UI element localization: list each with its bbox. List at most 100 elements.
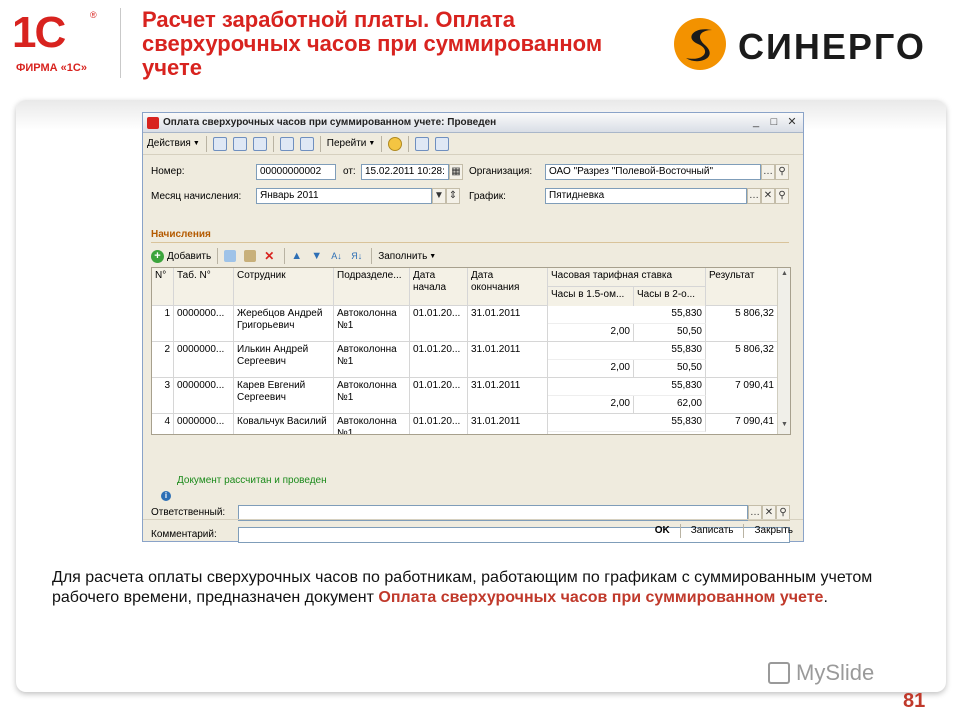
cell-hours2: 50,50 — [634, 324, 706, 342]
description-highlight: Оплата сверхурочных часов при суммирован… — [378, 589, 824, 606]
section-underline — [151, 242, 789, 243]
dropdown-icon[interactable]: ▼ — [432, 188, 446, 204]
date-label: от: — [343, 166, 356, 177]
calendar-icon[interactable]: ▦ — [449, 164, 463, 180]
minimize-icon[interactable]: _ — [749, 116, 763, 130]
col-result[interactable]: Результат — [706, 268, 778, 305]
number-field[interactable]: 00000000002 — [256, 164, 336, 180]
chevron-down-icon: ▼ — [192, 140, 200, 147]
window-titlebar: Оплата сверхурочных часов при суммирован… — [143, 113, 803, 133]
logo-1c-caption: ФИРМА «1С» — [16, 62, 87, 74]
toolbar-separator — [408, 135, 410, 152]
document-form: Номер: 00000000002 от: 15.02.2011 10:28:… — [143, 155, 803, 543]
cell-employee: Илькин Андрей Сергеевич — [234, 342, 334, 377]
table-row[interactable]: 3 0000000... Карев Евгений Сергеевич Авт… — [152, 378, 778, 414]
sort-asc-icon[interactable]: A↓ — [331, 250, 343, 262]
date-field[interactable]: 15.02.2011 10:28: — [361, 164, 449, 180]
footer-separator — [743, 523, 745, 538]
help-icon[interactable] — [388, 136, 403, 151]
post-icon[interactable] — [212, 136, 227, 151]
logo-1c-mark: 1С — [12, 8, 66, 57]
select-ellipsis-icon[interactable]: … — [747, 188, 761, 204]
col-employee[interactable]: Сотрудник — [234, 268, 334, 305]
col-start[interactable]: Дата начала — [410, 268, 468, 305]
close-button[interactable]: Закрыть — [754, 525, 793, 536]
search-icon[interactable]: ⚲ — [775, 188, 789, 204]
logo-sinergo: СИНЕРГО — [672, 16, 952, 72]
sinergo-swirl-icon — [674, 18, 726, 70]
close-icon[interactable]: ✕ — [785, 116, 799, 130]
cell-tab: 0000000... — [174, 342, 234, 377]
col-tab[interactable]: Таб. N° — [174, 268, 234, 305]
edit-row-icon[interactable] — [244, 250, 257, 262]
cell-dept: Автоколонна №1 — [334, 378, 410, 413]
cell-dept: Автоколонна №1 — [334, 306, 410, 341]
goto-menu[interactable]: Перейти ▼ — [327, 138, 376, 149]
table-row[interactable]: 1 0000000... Жеребцов Андрей Григорьевич… — [152, 306, 778, 342]
save-button[interactable]: Записать — [691, 525, 734, 536]
clear-icon[interactable]: ✕ — [761, 188, 775, 204]
month-label: Месяц начисления: — [151, 191, 242, 202]
delete-row-icon[interactable]: ✕ — [264, 250, 276, 262]
sinergo-wordmark: СИНЕРГО — [738, 26, 926, 67]
cell-rate: 55,830 — [548, 342, 706, 360]
col-hours15[interactable]: Часы в 1.5-ом... — [548, 287, 634, 306]
cell-employee: Карев Евгений Сергеевич — [234, 378, 334, 413]
slide-header: 1С ® ФИРМА «1С» Расчет заработной платы.… — [0, 0, 960, 90]
toolbar-separator — [371, 248, 373, 264]
list-icon[interactable] — [415, 136, 430, 151]
chevron-down-icon: ▼ — [368, 140, 376, 147]
accruals-section-title: Начисления — [151, 229, 211, 240]
add-icon: + — [151, 249, 164, 263]
accruals-table: N° Таб. N° Сотрудник Подразделе... Дата … — [151, 267, 791, 435]
col-hours2[interactable]: Часы в 2-о... — [634, 287, 706, 306]
table-row[interactable]: 2 0000000... Илькин Андрей Сергеевич Авт… — [152, 342, 778, 378]
cell-n: 1 — [152, 306, 174, 341]
cell-tab: 0000000... — [174, 306, 234, 341]
ok-button[interactable]: OK — [655, 525, 670, 536]
move-up-icon[interactable]: ▲ — [291, 250, 303, 262]
organization-label: Организация: — [469, 166, 533, 177]
table-scrollbar[interactable]: ▲ ▼ — [777, 268, 790, 434]
col-end[interactable]: Дата окончания — [468, 268, 548, 305]
col-rate[interactable]: Часовая тарифная ставка — [548, 268, 706, 287]
doc-add-icon[interactable] — [279, 136, 294, 151]
col-n[interactable]: N° — [152, 268, 174, 305]
cell-n: 3 — [152, 378, 174, 413]
copy-icon[interactable] — [252, 136, 267, 151]
fill-label: Заполнить — [378, 250, 428, 262]
info-icon: i — [161, 491, 171, 501]
select-ellipsis-icon[interactable]: … — [761, 164, 775, 180]
col-dept[interactable]: Подразделе... — [334, 268, 410, 305]
cell-hours15: 2,00 — [548, 324, 634, 342]
scroll-down-icon[interactable]: ▼ — [779, 421, 790, 432]
toolbar-separator — [319, 135, 321, 152]
organization-field[interactable]: ОАО "Разрез "Полевой-Восточный" — [545, 164, 761, 180]
copy-row-icon[interactable] — [224, 250, 237, 262]
cell-end: 31.01.2011 — [468, 378, 548, 413]
month-field[interactable]: Январь 2011 — [256, 188, 432, 204]
refresh-icon[interactable] — [232, 136, 247, 151]
cell-result: 5 806,32 — [706, 342, 778, 377]
cell-hours2: 62,00 — [634, 396, 706, 414]
sort-desc-icon[interactable]: Я↓ — [351, 250, 363, 262]
cell-dept: Автоколонна №1 — [334, 342, 410, 377]
myslide-watermark: MySlide — [768, 658, 928, 688]
spin-icon[interactable]: ⇕ — [446, 188, 460, 204]
actions-menu[interactable]: Действия ▼ — [147, 138, 200, 149]
cell-hours15: 2,00 — [548, 396, 634, 414]
cell-start: 01.01.20... — [410, 378, 468, 413]
header-divider — [120, 8, 121, 78]
maximize-icon[interactable]: □ — [767, 116, 781, 130]
table-row[interactable]: 4 0000000... Ковальчук Василий Автоколон… — [152, 414, 778, 434]
doc-print-icon[interactable] — [299, 136, 314, 151]
search-icon[interactable]: ⚲ — [775, 164, 789, 180]
structure-icon[interactable] — [435, 136, 450, 151]
cell-start: 01.01.20... — [410, 342, 468, 377]
registered-mark: ® — [90, 10, 97, 20]
schedule-field[interactable]: Пятидневка — [545, 188, 747, 204]
scroll-up-icon[interactable]: ▲ — [779, 270, 790, 281]
fill-menu[interactable]: Заполнить ▼ — [378, 251, 436, 262]
add-row-button[interactable]: + Добавить — [151, 249, 211, 263]
move-down-icon[interactable]: ▼ — [311, 250, 323, 262]
